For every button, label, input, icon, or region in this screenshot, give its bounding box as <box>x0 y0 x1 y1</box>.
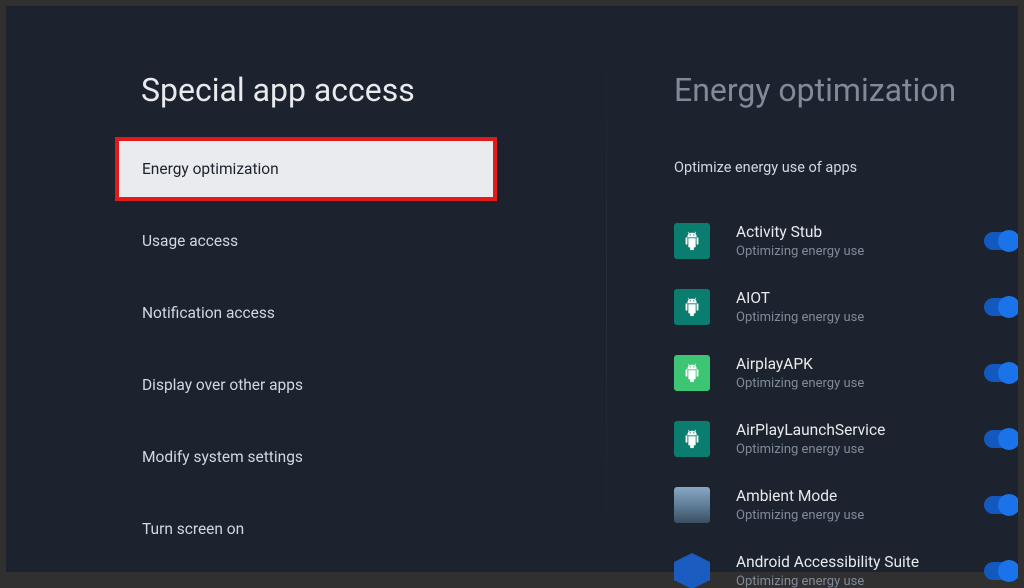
app-status: Optimizing energy use <box>736 376 984 391</box>
left-panel: Special app access Energy optimization U… <box>6 6 606 572</box>
menu-item-modify-system-settings[interactable]: Modify system settings <box>115 425 497 489</box>
menu-item-turn-screen-on[interactable]: Turn screen on <box>115 497 497 561</box>
toggle-switch[interactable] <box>984 364 1018 382</box>
app-name: Activity Stub <box>736 223 984 241</box>
app-status: Optimizing energy use <box>736 442 984 457</box>
photo-icon <box>674 487 710 523</box>
toggle-switch[interactable] <box>984 430 1018 448</box>
android-icon <box>674 289 710 325</box>
right-panel: Energy optimization Optimize energy use … <box>606 6 1018 572</box>
menu-item-usage-access[interactable]: Usage access <box>115 209 497 273</box>
menu-item-label: Modify system settings <box>142 448 303 466</box>
app-name: Ambient Mode <box>736 487 984 505</box>
app-status: Optimizing energy use <box>736 310 984 325</box>
accessibility-icon <box>674 553 710 588</box>
app-name: Android Accessibility Suite <box>736 553 984 571</box>
right-subtitle: Optimize energy use of apps <box>674 159 1018 176</box>
app-row-airplaylaunchservice[interactable]: AirPlayLaunchService Optimizing energy u… <box>674 406 1018 472</box>
app-row-aiot[interactable]: AIOT Optimizing energy use <box>674 274 1018 340</box>
app-row-airplayapk[interactable]: AirplayAPK Optimizing energy use <box>674 340 1018 406</box>
menu-item-label: Notification access <box>142 304 275 322</box>
app-text: Ambient Mode Optimizing energy use <box>736 487 984 523</box>
left-title: Special app access <box>141 71 606 109</box>
menu-item-label: Usage access <box>142 232 238 250</box>
app-name: AIOT <box>736 289 984 307</box>
android-icon <box>674 223 710 259</box>
android-icon <box>674 421 710 457</box>
toggle-switch[interactable] <box>984 298 1018 316</box>
app-text: Activity Stub Optimizing energy use <box>736 223 984 259</box>
android-icon <box>674 355 710 391</box>
app-status: Optimizing energy use <box>736 508 984 523</box>
menu-item-label: Display over other apps <box>142 376 303 394</box>
app-name: AirplayAPK <box>736 355 984 373</box>
toggle-switch[interactable] <box>984 562 1018 580</box>
toggle-switch[interactable] <box>984 232 1018 250</box>
app-row-ambient-mode[interactable]: Ambient Mode Optimizing energy use <box>674 472 1018 538</box>
menu-item-label: Energy optimization <box>142 160 279 178</box>
app-name: AirPlayLaunchService <box>736 421 984 439</box>
menu-item-notification-access[interactable]: Notification access <box>115 281 497 345</box>
toggle-switch[interactable] <box>984 496 1018 514</box>
app-row-android-accessibility-suite[interactable]: Android Accessibility Suite Optimizing e… <box>674 538 1018 588</box>
right-title: Energy optimization <box>674 71 1018 109</box>
menu-item-display-over-other-apps[interactable]: Display over other apps <box>115 353 497 417</box>
app-text: AIOT Optimizing energy use <box>736 289 984 325</box>
app-status: Optimizing energy use <box>736 244 984 259</box>
menu-item-label: Turn screen on <box>142 520 244 538</box>
apps-list: Activity Stub Optimizing energy use AIOT… <box>674 208 1018 588</box>
access-menu: Energy optimization Usage access Notific… <box>6 137 606 561</box>
app-row-activity-stub[interactable]: Activity Stub Optimizing energy use <box>674 208 1018 274</box>
settings-frame: Special app access Energy optimization U… <box>6 6 1018 572</box>
menu-item-energy-optimization[interactable]: Energy optimization <box>115 137 497 201</box>
app-text: Android Accessibility Suite Optimizing e… <box>736 553 984 588</box>
app-status: Optimizing energy use <box>736 574 984 588</box>
app-text: AirPlayLaunchService Optimizing energy u… <box>736 421 984 457</box>
app-text: AirplayAPK Optimizing energy use <box>736 355 984 391</box>
